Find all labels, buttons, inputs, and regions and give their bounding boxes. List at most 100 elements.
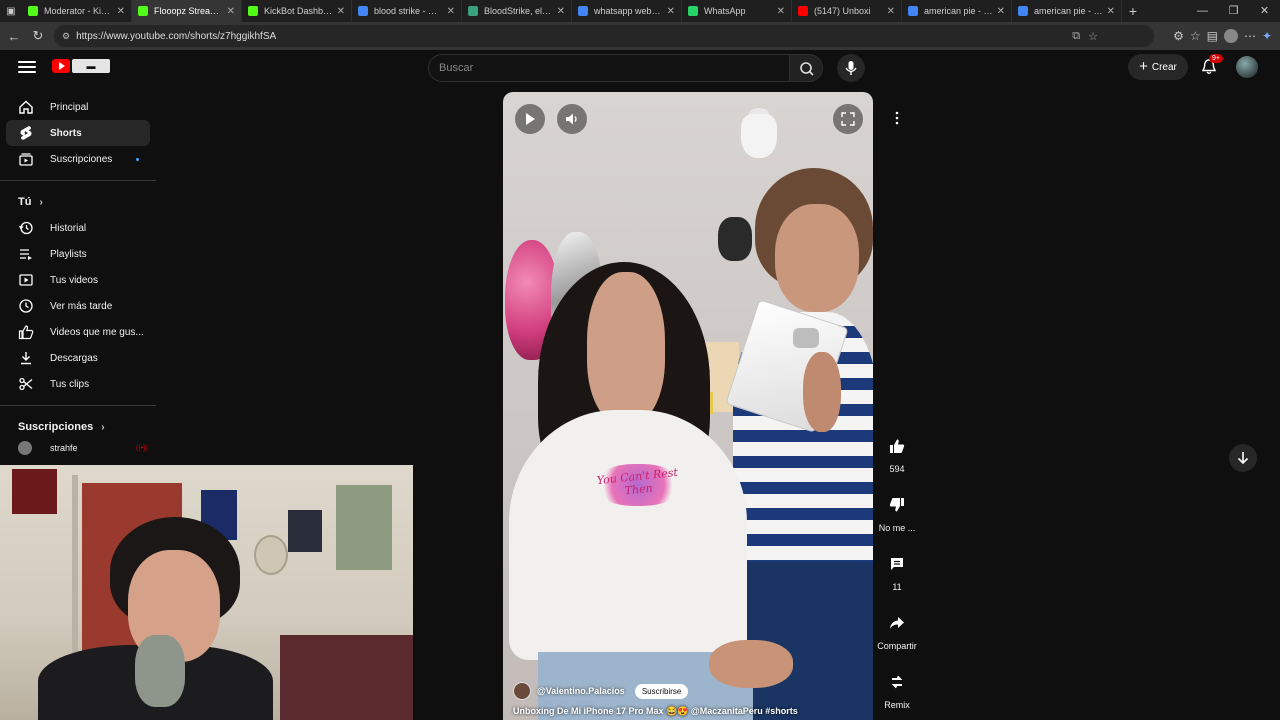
channel-row: @Valentino.Palacios Suscribirse <box>513 682 689 700</box>
close-tab-icon[interactable]: ✕ <box>117 6 125 17</box>
sidebar-item-label: Playlists <box>50 248 87 260</box>
search-button[interactable] <box>789 54 823 82</box>
favorites-icon[interactable]: ☆ <box>1190 29 1201 43</box>
dislike-button[interactable] <box>883 491 911 519</box>
browser-tab[interactable]: american pie - Búsq ✕ <box>1012 0 1122 22</box>
user-avatar[interactable] <box>1236 56 1258 78</box>
voice-search-button[interactable] <box>837 54 865 82</box>
short-title[interactable]: Unboxing De Mi iPhone 17 Pro Max 😂😍 @Mac… <box>513 706 798 717</box>
close-tab-icon[interactable]: ✕ <box>887 6 895 17</box>
browser-tab[interactable]: (5147) Unboxi ✕ <box>792 0 902 22</box>
search-input[interactable]: Buscar <box>428 54 790 82</box>
like-action[interactable]: 594 <box>872 432 922 474</box>
browser-tab[interactable]: american pie - Búsq ✕ <box>902 0 1012 22</box>
sidebar-item-tus-videos[interactable]: Tus videos <box>6 267 150 293</box>
window-controls: — ❐ ✕ <box>1187 0 1280 22</box>
restore-icon[interactable]: ❐ <box>1218 0 1249 22</box>
subscriptions-icon <box>18 151 34 167</box>
you-heading-label: Tú <box>18 196 32 208</box>
tab-title: BloodStrike, el verti <box>484 6 553 16</box>
extensions-icon[interactable]: ⚙ <box>1173 29 1184 43</box>
tab-favicon-icon <box>908 6 918 16</box>
shorts-icon <box>18 125 34 141</box>
channel-avatar[interactable] <box>513 682 531 700</box>
like-button[interactable] <box>883 432 911 460</box>
close-tab-icon[interactable]: ✕ <box>557 6 565 17</box>
tab-search-icon[interactable]: ▣ <box>0 0 22 22</box>
copilot-icon[interactable]: ✦ <box>1262 29 1272 43</box>
sidebar-item-playlists[interactable]: Playlists <box>6 241 150 267</box>
collections-icon[interactable]: ▤ <box>1207 29 1218 43</box>
browser-tab[interactable]: BloodStrike, el verti ✕ <box>462 0 572 22</box>
fullscreen-button[interactable] <box>833 104 863 134</box>
back-icon[interactable]: ← <box>2 24 26 48</box>
browser-tab[interactable]: whatsapp web - Bú ✕ <box>572 0 682 22</box>
volume-button[interactable] <box>557 104 587 134</box>
tab-title: blood strike - Búsqu <box>374 6 443 16</box>
more-options-button[interactable] <box>885 106 909 130</box>
sidebar-item-videos-que-me-gus[interactable]: Videos que me gus... <box>6 319 150 345</box>
youtube-logo-icon[interactable] <box>52 59 70 73</box>
sidebar-item-shorts[interactable]: Shorts <box>6 120 150 146</box>
subscriptions-heading-label: Suscripciones <box>18 421 94 433</box>
close-tab-icon[interactable]: ✕ <box>777 6 785 17</box>
sidebar-item-tus-clips[interactable]: Tus clips <box>6 371 150 397</box>
sidebar-item-principal[interactable]: Principal <box>6 94 150 120</box>
create-button[interactable]: + Crear <box>1128 54 1188 80</box>
remix-action[interactable]: Remix <box>872 668 922 710</box>
watch-later-icon <box>18 298 34 314</box>
chevron-right-icon: › <box>101 421 105 433</box>
comments-button[interactable] <box>883 550 911 578</box>
browser-tab[interactable]: blood strike - Búsqu ✕ <box>352 0 462 22</box>
menu-dots-icon[interactable]: ⋯ <box>1244 29 1256 43</box>
volume-icon <box>566 113 577 125</box>
close-tab-icon[interactable]: ✕ <box>667 6 675 17</box>
next-short-button[interactable] <box>1229 444 1257 472</box>
wall-clock <box>718 217 752 261</box>
tab-title: WhatsApp <box>704 6 746 16</box>
browser-tab[interactable]: Moderator - Kick D ✕ <box>22 0 132 22</box>
plus-icon: + <box>1139 58 1148 75</box>
bookmark-star-icon[interactable]: ☆ <box>1088 30 1098 43</box>
reload-icon[interactable]: ↻ <box>26 24 50 48</box>
browser-tab[interactable]: KickBot Dashboard ✕ <box>242 0 352 22</box>
tab-favicon-icon <box>358 6 368 16</box>
browser-tab[interactable]: Flooopz Stream - V ✕ <box>132 0 242 22</box>
profile-avatar[interactable] <box>1223 29 1238 43</box>
share-button[interactable] <box>883 609 911 637</box>
bed <box>280 635 413 720</box>
sidebar-item-descargas[interactable]: Descargas <box>6 345 150 371</box>
menu-icon[interactable] <box>18 58 36 76</box>
minimize-icon[interactable]: — <box>1187 0 1218 22</box>
close-tab-icon[interactable]: ✕ <box>1107 6 1115 17</box>
browser-tab[interactable]: WhatsApp ✕ <box>682 0 792 22</box>
sidebar-item-historial[interactable]: Historial <box>6 215 150 241</box>
share-action[interactable]: Compartir <box>872 609 922 651</box>
comments-action[interactable]: 11 <box>872 550 922 592</box>
dislike-action[interactable]: No me ... <box>872 491 922 533</box>
site-info-icon[interactable]: ⚙ <box>62 31 70 42</box>
sidebar-item-ver-más-tarde[interactable]: Ver más tarde <box>6 293 150 319</box>
close-window-icon[interactable]: ✕ <box>1249 0 1280 22</box>
new-tab-button[interactable]: + <box>1122 0 1144 22</box>
tab-title: Moderator - Kick D <box>44 6 113 16</box>
history-icon <box>18 220 34 236</box>
remix-button[interactable] <box>883 668 911 696</box>
close-tab-icon[interactable]: ✕ <box>447 6 455 17</box>
tab-title: american pie - Búsq <box>1034 6 1103 16</box>
you-section-heading[interactable]: Tú › <box>6 189 150 215</box>
close-tab-icon[interactable]: ✕ <box>997 6 1005 17</box>
open-app-icon[interactable]: ⧉ <box>1072 30 1080 43</box>
close-tab-icon[interactable]: ✕ <box>227 6 235 17</box>
url-field[interactable]: ⚙ https://www.youtube.com/shorts/z7hggik… <box>54 25 1154 47</box>
subscriptions-heading[interactable]: Suscripciones › <box>6 414 150 440</box>
sidebar-item-suscripciones[interactable]: Suscripciones <box>6 146 150 172</box>
comment-count: 11 <box>892 582 902 592</box>
channel-name[interactable]: @Valentino.Palacios <box>537 686 625 696</box>
subscribe-button[interactable]: Suscribirse <box>634 683 689 699</box>
youtube-logo-wordmark[interactable]: ▬ <box>72 59 110 73</box>
subscription-item[interactable]: strahfe ((•)) <box>6 440 150 456</box>
play-button[interactable] <box>515 104 545 134</box>
close-tab-icon[interactable]: ✕ <box>337 6 345 17</box>
shorts-player[interactable]: You Can't Rest Then @Valentino.Palacios … <box>503 92 873 720</box>
